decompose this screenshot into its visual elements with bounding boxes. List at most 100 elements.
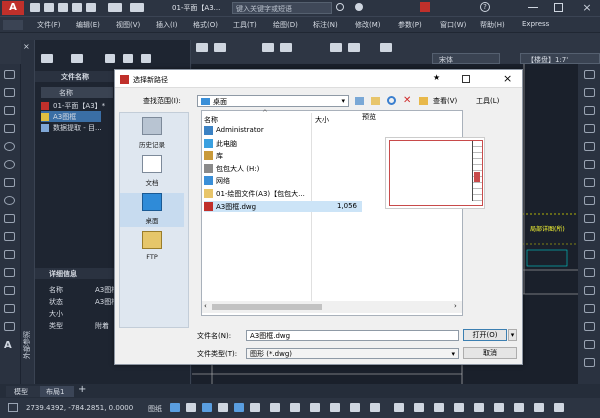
zoom-icon[interactable] bbox=[214, 43, 226, 52]
refresh-icon[interactable] bbox=[71, 54, 83, 63]
gradient-icon[interactable] bbox=[4, 286, 15, 295]
tab-layout1[interactable]: 布局1 bbox=[40, 386, 74, 397]
mirror-icon[interactable] bbox=[584, 106, 595, 115]
cancel-button[interactable]: 取消 bbox=[463, 347, 517, 359]
filetype-select[interactable]: 图形 (*.dwg) ▾ bbox=[246, 348, 459, 359]
col-size-header[interactable]: 大小 bbox=[315, 115, 329, 125]
dialog-close-icon[interactable]: × bbox=[503, 72, 512, 85]
filename-input[interactable]: A3图框.dwg bbox=[246, 330, 459, 341]
join-icon[interactable] bbox=[584, 286, 595, 295]
stretch-icon[interactable] bbox=[584, 214, 595, 223]
grid-icon[interactable] bbox=[170, 403, 180, 412]
palette-close-icon[interactable]: × bbox=[23, 42, 30, 51]
ortho-icon[interactable] bbox=[202, 403, 212, 412]
app-logo-icon[interactable]: A bbox=[2, 1, 24, 15]
fillet-icon[interactable] bbox=[584, 322, 595, 331]
menu-file[interactable]: 文件(F) bbox=[37, 20, 61, 30]
menu-param[interactable]: 参数(P) bbox=[398, 20, 422, 30]
match-icon[interactable] bbox=[280, 43, 292, 52]
annotation-icon[interactable] bbox=[370, 403, 380, 412]
close-icon[interactable]: × bbox=[580, 1, 594, 14]
open-button[interactable]: 打开(O) bbox=[463, 329, 507, 341]
open-icon[interactable] bbox=[44, 3, 54, 12]
col-name-header[interactable]: 名称 bbox=[204, 115, 218, 125]
clean-screen-icon[interactable] bbox=[514, 403, 524, 412]
scroll-thumb[interactable] bbox=[212, 304, 322, 310]
region-icon[interactable] bbox=[4, 304, 15, 313]
new-icon[interactable] bbox=[30, 3, 40, 12]
selection-cycling-icon[interactable] bbox=[330, 403, 340, 412]
line-icon[interactable] bbox=[4, 70, 15, 79]
menu-edit[interactable]: 编辑(E) bbox=[76, 20, 100, 30]
properties-icon[interactable] bbox=[262, 43, 274, 52]
make-block-icon[interactable] bbox=[4, 232, 15, 241]
user-icon[interactable] bbox=[355, 3, 363, 11]
delete-icon[interactable]: ✕ bbox=[403, 95, 411, 106]
mtext-icon[interactable]: A bbox=[4, 340, 12, 351]
menu-express[interactable]: Express bbox=[522, 20, 549, 28]
block-icon[interactable] bbox=[348, 43, 360, 52]
tools-menu[interactable]: 工具(L) bbox=[476, 96, 499, 106]
units-icon[interactable] bbox=[414, 403, 424, 412]
help-icon[interactable]: ? bbox=[480, 2, 490, 12]
search-web-icon[interactable] bbox=[387, 96, 396, 105]
tab-model[interactable]: 模型 bbox=[6, 386, 40, 397]
new-folder-icon[interactable] bbox=[419, 97, 428, 105]
place-ftp[interactable]: FTP bbox=[120, 231, 184, 265]
workspace-icon[interactable] bbox=[394, 403, 404, 412]
copy-icon[interactable] bbox=[584, 88, 595, 97]
scale-icon[interactable] bbox=[584, 196, 595, 205]
isolate-icon[interactable] bbox=[474, 403, 484, 412]
style-select[interactable]: 【楼盘】1:7' bbox=[520, 53, 600, 64]
offset-icon[interactable] bbox=[584, 124, 595, 133]
status-menu-icon[interactable] bbox=[8, 403, 18, 412]
menu-draw[interactable]: 绘图(D) bbox=[273, 20, 298, 30]
array-icon[interactable] bbox=[584, 142, 595, 151]
open-options-button[interactable]: ▾ bbox=[508, 329, 517, 341]
up-folder-icon[interactable] bbox=[371, 97, 380, 105]
tree-view-icon[interactable] bbox=[105, 54, 115, 63]
insert-block-icon[interactable] bbox=[4, 214, 15, 223]
ellipse-icon[interactable] bbox=[4, 196, 15, 205]
search-input[interactable]: 键入关键字或短语 bbox=[236, 4, 292, 14]
horizontal-scrollbar[interactable]: ‹ › bbox=[202, 301, 462, 313]
scroll-right-icon[interactable]: › bbox=[454, 302, 457, 310]
hardware-accel-icon[interactable] bbox=[494, 403, 504, 412]
chevron-down-icon[interactable]: ▾ bbox=[341, 96, 345, 106]
lineweight-icon[interactable] bbox=[290, 403, 300, 412]
palette-help-icon[interactable] bbox=[141, 54, 151, 63]
hatch-icon[interactable] bbox=[4, 268, 15, 277]
search-icon[interactable] bbox=[336, 3, 344, 11]
font-select[interactable]: 宋体 bbox=[432, 53, 500, 64]
attach-icon[interactable] bbox=[41, 54, 53, 63]
transparency-icon[interactable] bbox=[310, 403, 320, 412]
save-icon[interactable] bbox=[58, 3, 68, 12]
place-documents[interactable]: 文档 bbox=[120, 155, 184, 189]
menu-tools[interactable]: 工具(T) bbox=[233, 20, 257, 30]
text-style-icon[interactable] bbox=[380, 43, 392, 52]
status-menu-more-icon[interactable] bbox=[554, 403, 564, 412]
menu-format[interactable]: 格式(O) bbox=[193, 20, 218, 30]
polar-icon[interactable] bbox=[218, 403, 228, 412]
menu-modify[interactable]: 修改(M) bbox=[355, 20, 381, 30]
trim-icon[interactable] bbox=[584, 232, 595, 241]
erase-icon[interactable] bbox=[584, 70, 595, 79]
menu-dimension[interactable]: 标注(N) bbox=[313, 20, 338, 30]
3d-osnap-icon[interactable] bbox=[350, 403, 360, 412]
place-history[interactable]: 历史记录 bbox=[120, 117, 184, 151]
add-tab-icon[interactable]: + bbox=[78, 384, 86, 395]
lock-ui-icon[interactable] bbox=[454, 403, 464, 412]
paper-mode[interactable]: 图纸 bbox=[148, 404, 162, 414]
customize-icon[interactable] bbox=[534, 403, 544, 412]
menu-insert[interactable]: 插入(I) bbox=[156, 20, 178, 30]
move-icon[interactable] bbox=[584, 160, 595, 169]
scroll-left-icon[interactable]: ‹ bbox=[204, 302, 207, 310]
restore-icon[interactable] bbox=[554, 3, 563, 12]
list-view-icon[interactable] bbox=[123, 54, 133, 63]
place-desktop[interactable]: 桌面 bbox=[120, 193, 184, 227]
point-icon[interactable] bbox=[4, 250, 15, 259]
polygon-icon[interactable] bbox=[4, 106, 15, 115]
undo-icon[interactable] bbox=[108, 3, 122, 12]
menu-help[interactable]: 帮助(H) bbox=[480, 20, 505, 30]
list-item[interactable]: A3图框 bbox=[41, 111, 101, 122]
